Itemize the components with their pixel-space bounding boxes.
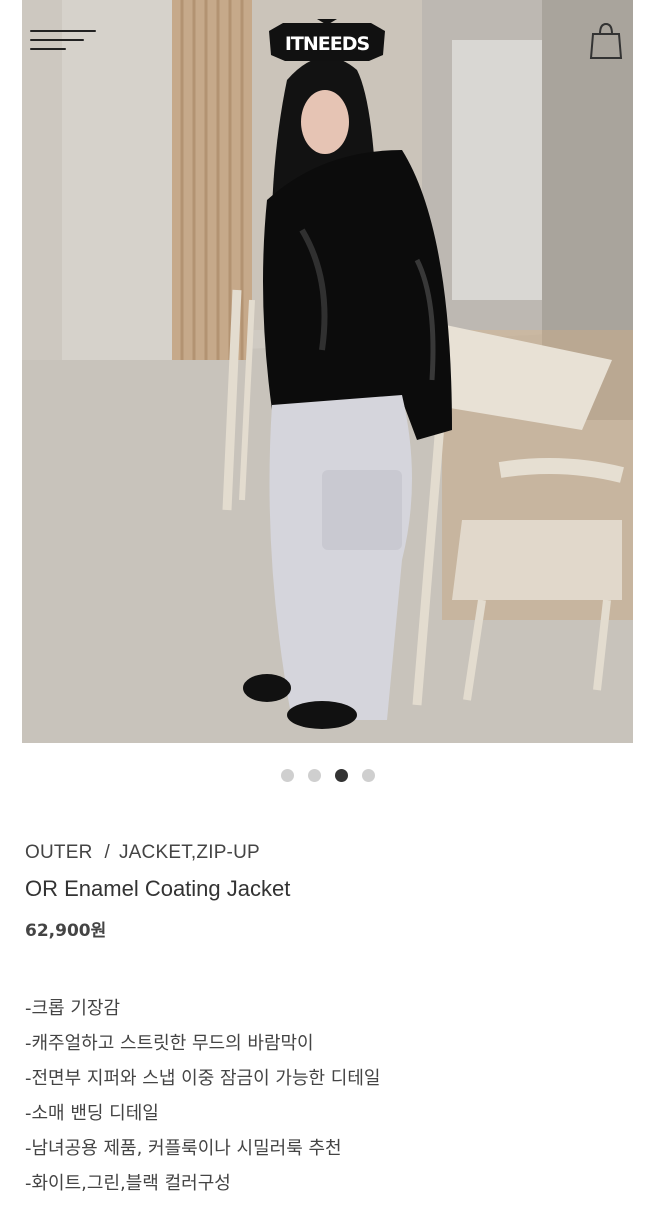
carousel-dot[interactable] [280, 769, 294, 782]
breadcrumb-subcategory-link[interactable]: JACKET,ZIP-UP [119, 842, 260, 863]
carousel-dot[interactable] [307, 769, 321, 782]
product-price: 62,900원 [25, 921, 107, 941]
carousel-dot[interactable] [361, 769, 375, 782]
hamburger-menu-icon [30, 30, 96, 32]
breadcrumb: OUTER / JACKET,ZIP-UP [25, 842, 260, 864]
carousel-indicator [0, 769, 655, 782]
breadcrumb-category-link[interactable]: OUTER [25, 842, 93, 863]
cart-button[interactable] [589, 20, 623, 60]
description-line: -남녀공용 제품, 커플룩이나 시밀러룩 추천 [25, 1138, 342, 1159]
product-image[interactable] [22, 0, 633, 743]
product-description: -크롭 기장감 -캐주얼하고 스트릿한 무드의 바람막이 -전면부 지퍼와 스냅… [25, 995, 380, 1205]
brand-logo-mark: ITNEEDS [269, 19, 385, 61]
description-line: -소매 밴딩 디테일 [25, 1103, 159, 1124]
description-line: -크롭 기장감 [25, 998, 121, 1019]
brand-logo[interactable]: ITNEEDS [265, 17, 389, 65]
product-photo-illustration [22, 0, 633, 743]
menu-button[interactable] [30, 28, 96, 54]
shopping-bag-icon [589, 22, 623, 59]
description-line: -전면부 지퍼와 스냅 이중 잠금이 가능한 디테일 [25, 1068, 381, 1089]
description-line: -캐주얼하고 스트릿한 무드의 바람막이 [25, 1033, 314, 1054]
carousel-dot-active[interactable] [334, 769, 348, 782]
svg-text:ITNEEDS: ITNEEDS [285, 33, 370, 55]
breadcrumb-separator: / [104, 842, 110, 863]
product-title: OR Enamel Coating Jacket [25, 876, 291, 901]
